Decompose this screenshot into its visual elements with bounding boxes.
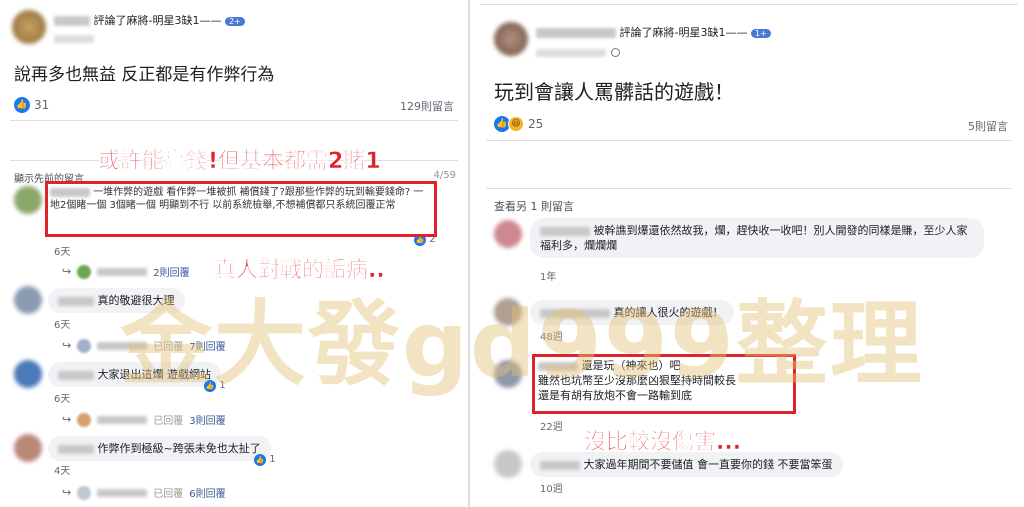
post-header-badge: 2+ [224,16,245,26]
post-meta [54,28,94,47]
comment-text: 大家退出這爛 遊戲網站 [97,368,212,381]
reply-count[interactable]: 6則回覆 [189,485,225,500]
globe-icon [611,48,621,57]
comment-text: 作弊作到極級~跨張未免也太扯了 [97,442,261,455]
comment-text: 被幹譙到爆還依然故我，爛，趕快收一收吧！別人開發的同樣是賺，至少人家福利多，爛爛… [540,224,968,252]
like-icon: 👍 [204,380,216,392]
divider [480,4,1018,5]
reply-arrow-icon: ↪ [62,413,72,426]
reaction-summary[interactable]: 👍 31 [14,97,49,113]
comment-1: 被幹譙到爆還依然故我，爛，趕快收一收吧！別人開發的同樣是賺，至少人家福利多，爛爛… [530,218,984,258]
commenter-avatar[interactable] [494,450,522,478]
reply-arrow-icon: ↪ [62,486,72,499]
comment-text: 真的敬避很大理 [97,294,175,307]
divider [10,120,458,121]
commenter-avatar[interactable] [14,286,42,314]
haha-icon: 😆 [508,116,524,132]
poster-avatar[interactable] [494,22,528,56]
right-post-panel: 評論了麻將-明星3缺1—— 1+ 玩到會讓人罵髒話的遊戲！ 👍 😆 25 5則留… [474,0,1024,507]
comment-2: 真的敬避很大理 [48,288,185,313]
commenter-avatar[interactable] [14,186,42,214]
divider [486,188,1012,189]
commenter-name[interactable] [540,226,590,236]
reply-avatar [77,338,92,353]
comment-pager: 4/59 [433,170,456,181]
reply-arrow-icon: ↪ [62,265,72,278]
reaction-count: 25 [528,117,544,131]
like-icon: 👍 [254,454,266,466]
poster-name[interactable] [54,16,90,26]
commenter-avatar[interactable] [494,360,522,388]
comment-text: 大家過年期間不要儲值 會一直要你的錢 不要當笨蛋 [583,458,833,471]
post-header: 評論了麻將-明星3缺1—— 1+ [536,24,771,40]
commenter-name[interactable] [58,444,94,454]
comment-text: 真的讓人很火的遊戲！ [613,306,724,319]
comment-time: 22週 [540,422,563,433]
annotation-text: 真人對戰的詬病.. [214,258,385,283]
post-header: 評論了麻將-明星3缺1—— 2+ [54,12,245,28]
comment-time: 10週 [540,484,563,495]
commenter-avatar[interactable] [494,220,522,248]
comment-count[interactable]: 5則留言 [968,118,1008,134]
annotation-text: 沒比較沒傷害... [584,430,742,455]
commenter-avatar[interactable] [14,360,42,388]
comment-likes[interactable]: 👍 1 [254,454,276,466]
comment-time: 6天 [54,394,71,405]
annotation-text: 或許能贏錢!但基本都需2賭1 [98,149,381,174]
post-header-badge: 1+ [750,28,771,38]
highlight-box [45,181,437,237]
comment-time: 6天 [54,247,71,258]
commenter-name[interactable] [540,460,580,470]
comment-3: 大家退出這爛 遊戲網站 [48,362,221,387]
post-header-text: 評論了麻將-明星3缺1—— [619,26,748,39]
commenter-name[interactable] [540,308,610,318]
reply-avatar [77,485,92,500]
comment-time: 48週 [540,332,563,343]
poster-name[interactable] [536,28,616,38]
like-icon: 👍 [14,97,30,113]
post-header-text: 評論了麻將-明星3缺1—— [93,14,222,27]
comment-time: 6天 [54,320,71,331]
post-meta [536,42,621,61]
reply-row[interactable]: ↪ 2則回覆 [62,264,190,279]
more-comments-link[interactable]: 查看另 1 則留言 [494,198,574,214]
comment-2: 真的讓人很火的遊戲！ [530,300,734,325]
replied-label: 已回覆 [153,489,184,500]
reaction-count: 31 [34,98,50,112]
commenter-avatar[interactable] [14,434,42,462]
reply-avatar [77,412,92,427]
commenter-name[interactable] [58,296,94,306]
comment-time: 1年 [540,272,557,283]
reply-arrow-icon: ↪ [62,339,72,352]
reply-count[interactable]: 2則回覆 [153,264,189,279]
reaction-summary[interactable]: 👍 😆 25 [494,116,543,132]
comment-count[interactable]: 129則留言 [400,98,454,114]
replied-label: 已回覆 [153,416,184,427]
comment-4: 作弊作到極級~跨張未免也太扯了 [48,436,271,461]
reply-avatar [77,264,92,279]
reply-row[interactable]: ↪ 已回覆 6則回覆 [62,485,226,500]
divider [486,140,1012,141]
like-count: 1 [269,454,276,465]
highlight-box [532,354,796,414]
replied-label: 已回覆 [153,342,184,353]
commenter-avatar[interactable] [494,298,522,326]
reply-count[interactable]: 7則回覆 [189,338,225,353]
comment-time: 4天 [54,466,71,477]
poster-avatar[interactable] [12,10,46,44]
commenter-name[interactable] [58,370,94,380]
comment-likes[interactable]: 👍 1 [204,380,226,392]
post-body: 玩到會讓人罵髒話的遊戲！ [494,80,734,104]
like-count: 1 [219,380,226,391]
post-body: 說再多也無益 反正都是有作弊行為 [14,65,275,85]
reply-row[interactable]: ↪ 已回覆 7則回覆 [62,338,226,353]
left-post-panel: 評論了麻將-明星3缺1—— 2+ 說再多也無益 反正都是有作弊行為 👍 31 1… [0,0,470,507]
reply-count[interactable]: 3則回覆 [189,412,225,427]
reply-row[interactable]: ↪ 已回覆 3則回覆 [62,412,226,427]
